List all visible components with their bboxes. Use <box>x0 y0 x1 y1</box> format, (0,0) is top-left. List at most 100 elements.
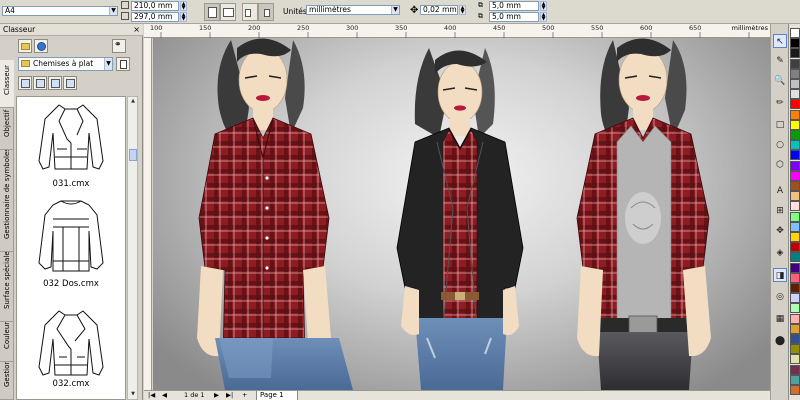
drawing-canvas[interactable] <box>153 38 770 390</box>
color-swatch[interactable] <box>790 313 800 324</box>
color-swatch[interactable] <box>790 119 800 130</box>
height-field[interactable]: 297,0 mm <box>131 12 179 22</box>
color-swatch[interactable] <box>790 201 800 212</box>
color-swatch[interactable] <box>790 99 800 110</box>
color-swatch[interactable] <box>790 89 800 100</box>
interactive-fill-tool[interactable]: ⬤ <box>773 334 787 348</box>
color-swatch[interactable] <box>790 221 800 232</box>
view-mode-1-button[interactable] <box>18 76 32 90</box>
interactive-tool[interactable]: ◈ <box>773 246 787 260</box>
color-swatch[interactable] <box>790 58 800 69</box>
color-swatch[interactable] <box>790 272 800 283</box>
color-swatch[interactable] <box>790 150 800 161</box>
paper-size-select[interactable]: A4 ▼ <box>2 6 118 16</box>
color-swatch[interactable] <box>790 293 800 304</box>
ellipse-tool[interactable]: ○ <box>773 138 787 152</box>
nudge-field[interactable]: 0,02 mm <box>420 5 458 15</box>
color-swatch[interactable] <box>790 374 800 385</box>
outline-tool[interactable]: ◎ <box>773 290 787 304</box>
scroll-down-icon[interactable]: ▼ <box>129 390 137 399</box>
color-swatch[interactable] <box>790 232 800 242</box>
width-field[interactable]: 210,0 mm <box>131 1 179 11</box>
duplicate-y-field[interactable]: 5,0 mm <box>489 12 539 22</box>
web-button[interactable] <box>34 39 48 53</box>
folder-select[interactable]: Chemises à plat ▼ <box>18 57 113 71</box>
tab-gestionnaire[interactable]: Gestionnai... <box>0 362 14 400</box>
color-swatch[interactable] <box>790 38 800 49</box>
binoculars-button[interactable]: ⚭ <box>112 39 126 53</box>
open-folder-button[interactable] <box>18 39 32 53</box>
gallery-item[interactable]: 031.cmx <box>17 99 125 195</box>
fill-tool[interactable]: ▦ <box>773 312 787 326</box>
color-swatch[interactable] <box>790 140 800 151</box>
color-swatch[interactable] <box>790 262 800 273</box>
connector-tool[interactable]: ✥ <box>773 224 787 238</box>
color-swatch[interactable] <box>790 191 800 202</box>
gallery-item[interactable]: 032.cmx <box>17 305 125 399</box>
gallery-item[interactable]: 032 Dos.cmx <box>17 197 125 295</box>
tab-classeur[interactable]: Classeur <box>0 60 14 108</box>
prev-page-button[interactable]: ◀ <box>162 391 167 400</box>
polygon-tool[interactable]: ⬡ <box>773 158 787 172</box>
width-spinner[interactable]: ▲ ▼ <box>180 1 187 11</box>
color-swatch[interactable] <box>790 354 800 365</box>
view-mode-4-button[interactable] <box>63 76 77 90</box>
eyedropper-tool[interactable]: ◨ <box>773 268 787 282</box>
color-swatch[interactable] <box>790 109 800 120</box>
scroll-up-icon[interactable]: ▲ <box>129 97 137 106</box>
height-spinner[interactable]: ▲ ▼ <box>180 12 187 22</box>
property-bar: A4 ▼ 210,0 mm ▲ ▼ 297,0 mm ▲ ▼ Unités : mi… <box>0 0 800 24</box>
pick-tool[interactable]: ↖ <box>773 34 787 48</box>
color-swatch[interactable] <box>790 181 800 191</box>
color-swatch[interactable] <box>790 283 800 293</box>
portrait-button[interactable] <box>204 3 220 21</box>
close-icon[interactable]: × <box>133 24 140 36</box>
shape-tool[interactable]: ✎ <box>773 54 787 68</box>
tab-objectif[interactable]: Objectif <box>0 108 14 150</box>
color-swatch[interactable] <box>790 303 800 314</box>
add-page-button[interactable]: + <box>242 391 247 400</box>
color-swatch[interactable] <box>790 242 800 253</box>
duplicate-y-spinner[interactable]: ▲ ▼ <box>540 12 547 22</box>
view-mode-3-button[interactable] <box>48 76 62 90</box>
color-swatch[interactable] <box>790 252 800 263</box>
freehand-tool[interactable]: ✏ <box>773 96 787 110</box>
all-pages-button[interactable] <box>242 3 258 21</box>
rectangle-tool[interactable]: □ <box>773 118 787 132</box>
color-swatch[interactable] <box>790 28 800 38</box>
color-swatch[interactable] <box>790 79 800 89</box>
color-swatch[interactable] <box>790 130 800 140</box>
zoom-tool[interactable]: 🔍 <box>773 74 787 88</box>
color-swatch[interactable] <box>790 160 800 171</box>
color-swatch[interactable] <box>790 48 800 59</box>
color-swatch[interactable] <box>790 364 800 375</box>
tab-couleur[interactable]: Couleur <box>0 322 14 362</box>
duplicate-x-field[interactable]: 5,0 mm <box>489 1 539 11</box>
color-swatch[interactable] <box>790 334 800 344</box>
tab-gestionnaire-symboles[interactable]: Gestionnaire de symboles <box>0 150 14 252</box>
units-select[interactable]: millimètres ▼ <box>306 5 400 15</box>
gallery-scrollbar[interactable]: ▲ ▼ <box>127 96 138 400</box>
color-swatch[interactable] <box>790 385 800 395</box>
color-swatch[interactable] <box>790 170 800 181</box>
first-page-button[interactable]: |◀ <box>148 391 155 400</box>
tab-surface-speciale[interactable]: Surface spéciale <box>0 252 14 322</box>
color-swatch[interactable] <box>790 344 800 355</box>
view-mode-2-button[interactable] <box>33 76 47 90</box>
next-page-button[interactable]: ▶ <box>214 391 219 400</box>
vertical-ruler[interactable] <box>144 38 152 390</box>
nudge-spinner[interactable]: ▲ ▼ <box>459 5 466 15</box>
last-page-button[interactable]: ▶| <box>226 391 233 400</box>
scroll-thumb[interactable] <box>129 149 137 161</box>
copy-button[interactable] <box>116 57 130 71</box>
duplicate-x-spinner[interactable]: ▲ ▼ <box>540 1 547 11</box>
text-tool[interactable]: A <box>773 184 787 198</box>
current-page-button[interactable] <box>258 3 274 21</box>
table-tool[interactable]: ⊞ <box>773 204 787 218</box>
landscape-button[interactable] <box>220 3 236 21</box>
color-swatch[interactable] <box>790 323 800 334</box>
page-tab[interactable]: Page 1 <box>256 391 298 400</box>
color-swatch[interactable] <box>790 68 800 79</box>
color-swatch[interactable] <box>790 211 800 222</box>
horizontal-ruler[interactable]: 100 150 200 250 300 350 400 450 500 550 … <box>144 24 770 38</box>
